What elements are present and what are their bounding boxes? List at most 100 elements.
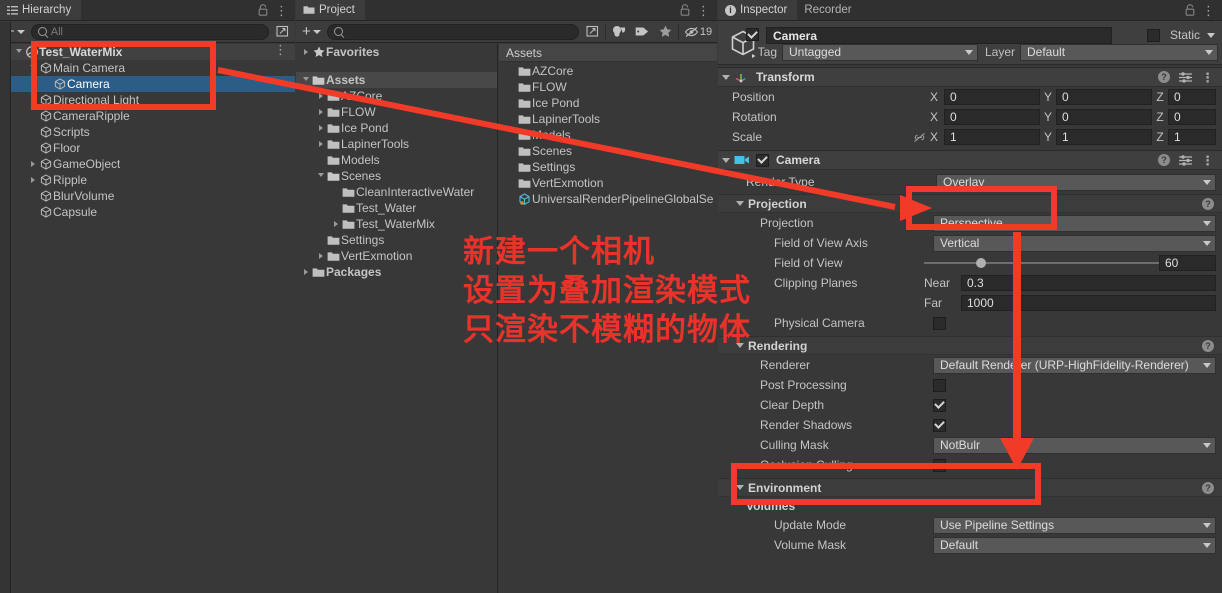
project-tree-item-settings[interactable]: Settings	[296, 232, 497, 248]
transform-y-field[interactable]: 0	[1056, 109, 1152, 125]
culling-mask-dropdown[interactable]: NotBulr	[933, 436, 1216, 454]
projection-dropdown[interactable]: Perspective	[933, 214, 1216, 232]
environment-section-header[interactable]: Environment ?	[718, 478, 1222, 497]
project-asset-flow[interactable]: FLOW	[499, 79, 717, 95]
lock-icon[interactable]	[1185, 4, 1195, 16]
fov-slider-knob[interactable]	[976, 258, 986, 268]
project-tree-item-models[interactable]: Models	[296, 152, 497, 168]
near-field[interactable]: 0.3	[961, 275, 1216, 291]
expander-open-icon[interactable]	[27, 64, 38, 72]
update-mode-dropdown[interactable]: Use Pipeline Settings	[933, 516, 1216, 534]
label-filter-icon[interactable]	[632, 23, 652, 40]
project-asset-universalrenderpipelineglobalse[interactable]: UniversalRenderPipelineGlobalSe	[499, 191, 717, 207]
layer-dropdown[interactable]: Default	[1020, 43, 1218, 61]
favorite-star-icon[interactable]	[655, 23, 675, 40]
expander-open-icon[interactable]	[300, 76, 311, 84]
project-tree-item-test-watermix[interactable]: Test_WaterMix	[296, 216, 497, 232]
help-icon[interactable]: ?	[1202, 197, 1214, 210]
hidden-packages-button[interactable]: 19	[682, 23, 714, 40]
expander-closed-icon[interactable]	[315, 93, 326, 99]
hierarchy-item-cameraripple[interactable]: CameraRipple	[11, 108, 295, 124]
expander-closed-icon[interactable]	[315, 109, 326, 115]
project-menu-icon[interactable]: ⋮	[697, 4, 710, 17]
project-tree-item-test-water[interactable]: Test_Water	[296, 200, 497, 216]
camera-component-header[interactable]: Camera ? ⋮	[718, 150, 1222, 170]
expander-closed-icon[interactable]	[315, 253, 326, 259]
collapse-triangle-icon[interactable]	[718, 74, 734, 80]
project-tree-item-lapinertools[interactable]: LapinerTools	[296, 136, 497, 152]
transform-x-field[interactable]: 1	[944, 129, 1040, 145]
lock-icon[interactable]	[680, 4, 690, 16]
project-tree-item-azcore[interactable]: AZCore	[296, 88, 497, 104]
transform-y-field[interactable]: 0	[1056, 89, 1152, 105]
object-enabled-checkbox[interactable]	[746, 28, 759, 41]
static-dropdown-icon[interactable]	[1207, 33, 1215, 38]
help-icon[interactable]: ?	[1158, 154, 1170, 166]
transform-z-field[interactable]: 0	[1168, 89, 1216, 105]
camera-enabled-checkbox[interactable]	[756, 153, 769, 167]
collapse-triangle-icon[interactable]	[718, 157, 734, 163]
tab-hierarchy[interactable]: Hierarchy	[0, 0, 82, 20]
renderer-dropdown[interactable]: Default Renderer (URP-HighFidelity-Rende…	[933, 356, 1216, 374]
scene-context-menu-icon[interactable]: ⋮	[274, 43, 287, 56]
far-field[interactable]: 1000	[961, 295, 1216, 311]
hierarchy-menu-icon[interactable]: ⋮	[275, 4, 288, 17]
inspector-menu-icon[interactable]: ⋮	[1202, 4, 1215, 17]
render-type-dropdown[interactable]: Overlay	[936, 173, 1216, 191]
hierarchy-item-test-watermix[interactable]: Test_WaterMix	[11, 44, 295, 60]
physical-camera-checkbox[interactable]	[933, 316, 946, 330]
transform-menu-icon[interactable]: ⋮	[1201, 71, 1214, 84]
collapse-triangle-icon[interactable]	[732, 201, 748, 206]
project-search-input[interactable]	[326, 23, 579, 40]
hierarchy-item-blurvolume[interactable]: BlurVolume	[11, 188, 295, 204]
expander-open-icon[interactable]	[315, 172, 326, 180]
tab-recorder[interactable]: Recorder	[797, 0, 861, 20]
hierarchy-item-gameobject[interactable]: GameObject	[11, 156, 295, 172]
transform-component-header[interactable]: Transform ? ⋮	[718, 67, 1222, 87]
transform-z-field[interactable]: 0	[1168, 109, 1216, 125]
rendering-section-header[interactable]: Rendering ?	[718, 336, 1222, 355]
expander-closed-icon[interactable]	[27, 177, 38, 183]
project-tree-item-flow[interactable]: FLOW	[296, 104, 497, 120]
preset-icon[interactable]	[1179, 154, 1192, 166]
camera-menu-icon[interactable]: ⋮	[1201, 154, 1214, 167]
collapse-triangle-icon[interactable]	[732, 485, 748, 490]
collapse-triangle-icon[interactable]	[732, 343, 748, 348]
fov-axis-dropdown[interactable]: Vertical	[933, 234, 1216, 252]
project-tree-item-favorites[interactable]: Favorites	[296, 44, 497, 60]
project-tree-item-ice-pond[interactable]: Ice Pond	[296, 120, 497, 136]
hierarchy-item-capsule[interactable]: Capsule	[11, 204, 295, 220]
asset-type-filter-icon[interactable]	[609, 23, 629, 40]
help-icon[interactable]: ?	[1202, 481, 1214, 494]
tab-inspector[interactable]: i Inspector	[718, 0, 798, 20]
project-asset-scenes[interactable]: Scenes	[499, 143, 717, 159]
tag-dropdown[interactable]: Untagged	[782, 43, 978, 61]
hierarchy-item-main-camera[interactable]: Main Camera	[11, 60, 295, 76]
hierarchy-item-camera[interactable]: Camera	[11, 76, 295, 92]
fov-slider[interactable]	[924, 255, 1159, 271]
transform-z-field[interactable]: 1	[1168, 129, 1216, 145]
projection-section-header[interactable]: Projection ?	[718, 194, 1222, 213]
hierarchy-item-floor[interactable]: Floor	[11, 140, 295, 156]
expander-closed-icon[interactable]	[315, 125, 326, 131]
expander-closed-icon[interactable]	[300, 49, 311, 55]
help-icon[interactable]: ?	[1158, 71, 1170, 83]
transform-y-field[interactable]: 1	[1056, 129, 1152, 145]
expander-closed-icon[interactable]	[300, 269, 311, 275]
occlusion-culling-checkbox[interactable]	[933, 458, 946, 472]
constrain-proportions-off-icon[interactable]	[908, 132, 930, 143]
project-tree-item-assets[interactable]: Assets	[296, 72, 497, 88]
project-tree-item-packages[interactable]: Packages	[296, 264, 497, 280]
tab-project[interactable]: Project	[296, 0, 365, 20]
hierarchy-item-ripple[interactable]: Ripple	[11, 172, 295, 188]
expander-closed-icon[interactable]	[330, 221, 341, 227]
transform-x-field[interactable]: 0	[944, 89, 1040, 105]
fov-value-field[interactable]: 60	[1159, 255, 1216, 271]
hierarchy-view-options-icon[interactable]	[272, 23, 292, 40]
project-asset-lapinertools[interactable]: LapinerTools	[499, 111, 717, 127]
project-asset-ice-pond[interactable]: Ice Pond	[499, 95, 717, 111]
hierarchy-item-scripts[interactable]: Scripts	[11, 124, 295, 140]
project-tree-item-scenes[interactable]: Scenes	[296, 168, 497, 184]
project-asset-azcore[interactable]: AZCore	[499, 63, 717, 79]
static-checkbox[interactable]	[1147, 29, 1160, 42]
